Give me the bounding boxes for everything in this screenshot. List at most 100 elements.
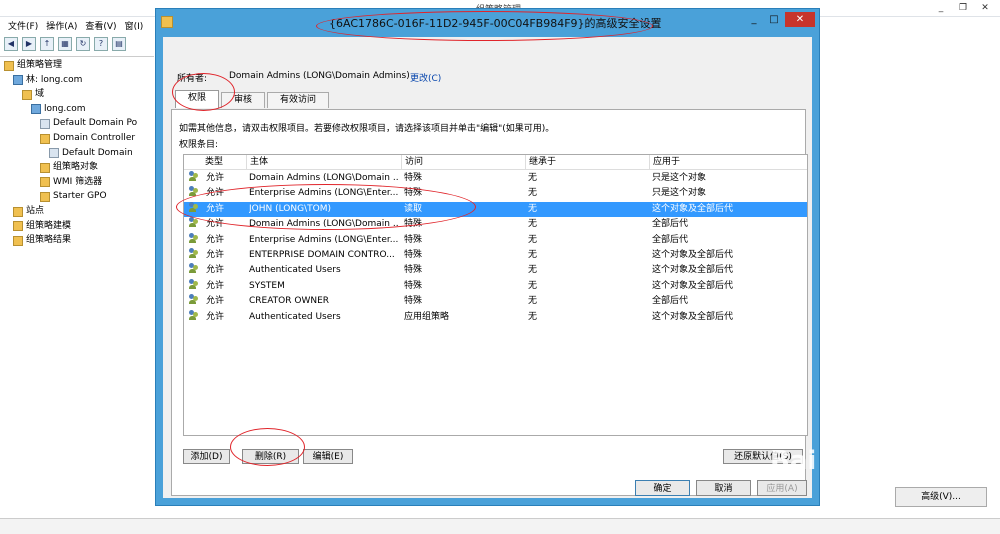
menu-file[interactable]: 文件(F): [8, 19, 38, 32]
tree-node[interactable]: Default Domain Po: [40, 117, 137, 130]
cell-applies: 这个对象及全部后代: [652, 203, 734, 214]
table-row[interactable]: 允许 Enterprise Admins (LONG\Enter... 特殊 无 只是这…: [184, 186, 807, 201]
tree-node[interactable]: Default Domain: [49, 147, 133, 160]
cell-applies: 只是这个对象: [652, 173, 707, 183]
maximize-icon[interactable]: ❐: [952, 0, 974, 15]
table-row[interactable]: 允许 JOHN (LONG\TOM) 读取 无 这个对象及全部后代: [184, 201, 807, 217]
folder-icon: [161, 16, 173, 28]
cell-type: 允许: [206, 173, 225, 183]
help-icon[interactable]: ?: [94, 37, 108, 51]
cell-inherited: 无: [528, 280, 538, 291]
table-row[interactable]: 允许 SYSTEM 特殊 无 这个对象及全部后代: [184, 278, 807, 294]
back-icon[interactable]: ◀: [4, 37, 18, 51]
cell-access: 应用组策略: [404, 311, 450, 322]
cell-principal: Enterprise Admins (LONG\Enter...: [249, 234, 399, 245]
user-group-icon: [189, 171, 199, 185]
tab-auditing[interactable]: 审核: [221, 92, 266, 108]
ok-button[interactable]: 确定: [635, 480, 690, 496]
list-header: 类型 主体 访问 继承于 应用于: [184, 155, 807, 170]
cell-access: 读取: [404, 203, 423, 214]
apply-button[interactable]: 应用(A): [757, 480, 807, 496]
properties-icon[interactable]: ▤: [112, 37, 126, 51]
dialog-close-icon[interactable]: ✕: [785, 12, 815, 27]
advanced-button[interactable]: 高级(V)...: [895, 487, 987, 507]
cell-inherited: 无: [528, 250, 538, 260]
cell-principal: ENTERPRISE DOMAIN CONTRO...: [249, 250, 395, 260]
cell-access: 特殊: [404, 188, 423, 199]
user-group-icon: [189, 309, 199, 324]
forward-icon[interactable]: ▶: [22, 37, 36, 51]
tree-node[interactable]: 站点: [13, 205, 44, 218]
table-row[interactable]: 允许 CREATOR OWNER 特殊 无 全部后代: [184, 294, 807, 309]
minimize-icon[interactable]: _: [930, 0, 952, 15]
table-row[interactable]: 允许 Enterprise Admins (LONG\Enter... 特殊 无 全部后…: [184, 232, 807, 248]
sites-icon: [13, 206, 23, 217]
user-group-icon: [189, 186, 199, 200]
tab-effective-access[interactable]: 有效访问: [267, 92, 330, 108]
tree-node[interactable]: 组策略管理: [4, 59, 62, 72]
tree-node[interactable]: Domain Controller: [40, 132, 135, 145]
table-row[interactable]: 允许 Authenticated Users 应用组策略 无 这个对象及全部后代: [184, 309, 807, 325]
table-row[interactable]: 允许 Domain Admins (LONG\Domain ... 特殊 无 全部后代: [184, 217, 807, 232]
tree-node-label: 域: [35, 89, 45, 100]
folder-icon: [22, 89, 32, 100]
table-row[interactable]: 允许 Authenticated Users 特殊 无 这个对象及全部后代: [184, 263, 807, 278]
gpm-icon: [4, 60, 14, 71]
dialog-maximize-icon[interactable]: □: [765, 12, 783, 27]
col-principal[interactable]: 主体: [246, 155, 401, 169]
tree-node[interactable]: 组策略对象: [40, 161, 98, 174]
results-icon: [13, 235, 23, 246]
remove-button[interactable]: 删除(R): [242, 449, 299, 464]
cancel-button[interactable]: 取消: [696, 480, 751, 496]
baidu-watermark: Bai du 经验: [770, 446, 924, 476]
col-applies-to[interactable]: 应用于: [649, 155, 807, 169]
add-button[interactable]: 添加(D): [183, 449, 230, 464]
dialog-minimize-icon[interactable]: _: [745, 12, 763, 27]
cell-access: 特殊: [404, 219, 423, 230]
change-owner-link[interactable]: 更改(C): [410, 71, 441, 84]
tree-node-label: Default Domain: [62, 147, 133, 158]
show-tree-icon[interactable]: ▦: [58, 37, 72, 51]
cell-applies: 这个对象及全部后代: [652, 250, 734, 260]
close-icon[interactable]: ✕: [974, 0, 996, 15]
col-inherited[interactable]: 继承于: [525, 155, 649, 169]
tab-permissions[interactable]: 权限: [175, 90, 220, 108]
cell-applies: 全部后代: [652, 296, 689, 307]
advanced-security-dialog: {6AC1786C-016F-11D2-945F-00C04FB984F9}的高…: [155, 8, 820, 506]
col-access[interactable]: 访问: [401, 155, 525, 169]
tree-node[interactable]: 林: long.com: [13, 74, 82, 87]
permissions-panel: 如需其他信息，请双击权限项目。若要修改权限项目，请选择该项目并单击"编辑"(如果…: [171, 109, 808, 496]
cell-access: 特殊: [404, 250, 423, 260]
cell-applies: 这个对象及全部后代: [652, 280, 734, 291]
cell-access: 特殊: [404, 296, 423, 307]
cell-access: 特殊: [404, 234, 423, 245]
up-icon[interactable]: ↑: [40, 37, 54, 51]
tree-node-label: Domain Controller: [53, 133, 136, 143]
tree-node[interactable]: 组策略结果: [13, 234, 71, 247]
folder-icon: [40, 162, 50, 173]
cell-inherited: 无: [528, 173, 538, 183]
menu-view[interactable]: 查看(V): [85, 19, 116, 32]
cell-inherited: 无: [528, 219, 538, 230]
table-row[interactable]: 允许 ENTERPRISE DOMAIN CONTRO... 特殊 无 这个对象及全部后…: [184, 248, 807, 263]
tree-node-label: 林: long.com: [26, 74, 83, 85]
tree-node[interactable]: long.com: [31, 103, 86, 116]
refresh-icon[interactable]: ↻: [76, 37, 90, 51]
tree-node[interactable]: 域: [22, 88, 44, 101]
table-row[interactable]: 允许 Domain Admins (LONG\Domain ... 特殊 无 只是这个对…: [184, 171, 807, 186]
permission-entries-list: 类型 主体 访问 继承于 应用于 允许 Domain Admins (LONG\D…: [183, 154, 808, 436]
edit-button[interactable]: 编辑(E): [303, 449, 353, 464]
tree-node[interactable]: WMI 筛选器: [40, 176, 102, 189]
cell-access: 特殊: [404, 173, 423, 183]
cell-type: 允许: [206, 234, 225, 245]
tree-node[interactable]: Starter GPO: [40, 190, 107, 203]
cell-inherited: 无: [528, 265, 538, 276]
col-type[interactable]: 类型: [202, 155, 249, 169]
owner-label: 所有者:: [177, 74, 208, 84]
tree-node-label: Default Domain Po: [53, 118, 138, 129]
cell-principal: Authenticated Users: [249, 311, 341, 322]
menu-window[interactable]: 窗(I): [125, 19, 144, 32]
menu-action[interactable]: 操作(A): [46, 19, 77, 32]
tree-node[interactable]: 组策略建模: [13, 220, 71, 233]
dialog-titlebar: {6AC1786C-016F-11D2-945F-00C04FB984F9}的高…: [156, 9, 819, 35]
